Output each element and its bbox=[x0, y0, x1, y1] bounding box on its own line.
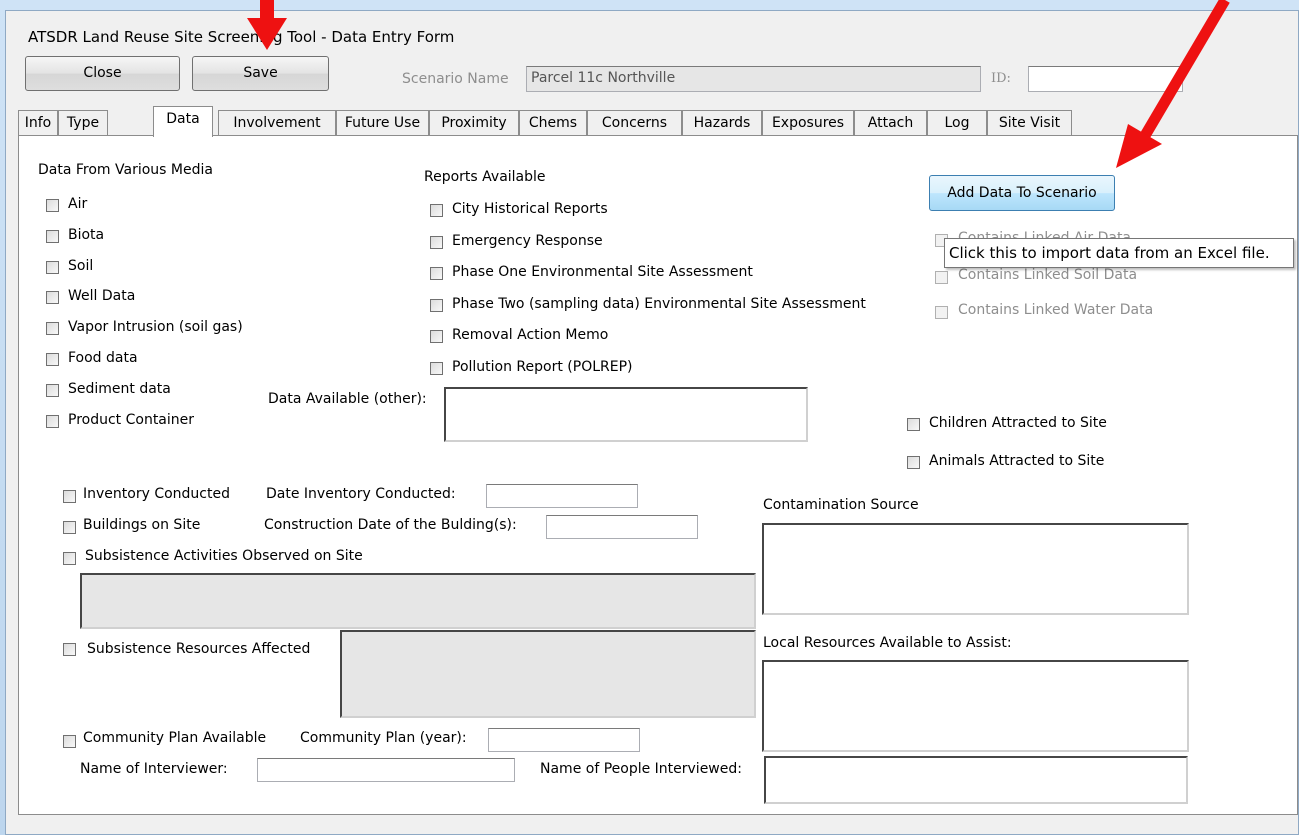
arrow-to-save bbox=[247, 0, 287, 50]
arrow-to-add-data bbox=[1116, 0, 1230, 168]
tab-data[interactable]: Data bbox=[153, 106, 213, 137]
